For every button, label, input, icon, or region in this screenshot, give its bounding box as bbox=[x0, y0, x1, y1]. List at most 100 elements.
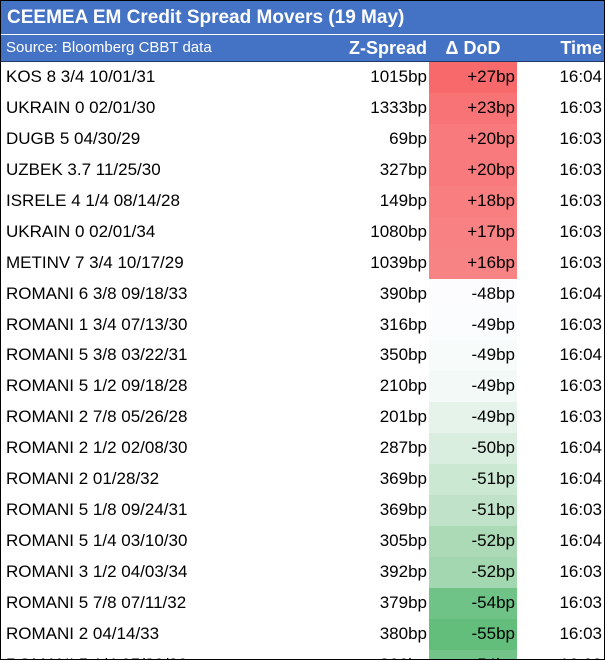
table-row: ROMANI 2 01/28/32 369bp -51bp 16:04 bbox=[1, 464, 604, 496]
dod-change-cell: +18bp bbox=[429, 185, 517, 217]
dod-change-cell: -51bp bbox=[429, 464, 517, 496]
table-row: METINV 7 3/4 10/17/29 1039bp +16bp 16:03 bbox=[1, 247, 604, 279]
table-row: ROMANI 5 3/8 03/22/31 350bp -49bp 16:04 bbox=[1, 340, 604, 372]
time-cell: 16:03 bbox=[559, 159, 602, 179]
z-spread-cell: 327bp bbox=[379, 159, 427, 179]
table-row: KOS 8 3/4 10/01/31 1015bp +27bp 16:04 bbox=[1, 62, 604, 93]
bond-name-cell: ROMANI 5 3/8 03/22/31 bbox=[6, 345, 188, 365]
z-spread-cell: 1039bp bbox=[370, 252, 427, 272]
z-spread-cell: 69bp bbox=[389, 128, 427, 148]
time-cell: 16:03 bbox=[559, 314, 602, 334]
z-spread-cell: 1080bp bbox=[370, 221, 427, 241]
time-cell: 16:04 bbox=[559, 67, 602, 86]
column-header-z-spread: Z-Spread bbox=[348, 38, 427, 58]
time-cell: 16:04 bbox=[559, 469, 602, 489]
bond-name-cell: ROMANI 2 01/28/32 bbox=[6, 469, 160, 489]
table-title: CEEMEA EM Credit Spread Movers (19 May) bbox=[1, 1, 604, 35]
bond-name-cell: KOS 8 3/4 10/01/31 bbox=[6, 67, 156, 86]
table-row: ROMANI 5 1/2 09/18/28 210bp -49bp 16:03 bbox=[1, 371, 604, 403]
time-cell: 16:03 bbox=[517, 650, 604, 659]
table-row: ROMANI 2 7/8 05/26/28 201bp -49bp 16:03 bbox=[1, 402, 604, 434]
time-cell: 16:04 bbox=[559, 283, 602, 303]
table-row: ROMANI 3 1/2 04/03/34 392bp -52bp 16:03 bbox=[1, 557, 604, 588]
bond-name-cell: DUGB 5 04/30/29 bbox=[6, 128, 141, 148]
z-spread-cell: 149bp bbox=[379, 190, 427, 210]
bond-name-cell: ROMANI 1 3/4 07/13/30 bbox=[6, 314, 188, 334]
z-spread-cell: 350bp bbox=[379, 345, 427, 365]
time-cell: 16:04 bbox=[559, 531, 602, 551]
table-row: ROMANI 2 04/14/33 380bp -55bp 16:03 bbox=[1, 618, 604, 650]
bond-name-cell: METINV 7 3/4 10/17/29 bbox=[6, 252, 184, 272]
table-row: ROMANI 5 7/8 07/11/32 379bp -54bp 16:03 bbox=[1, 587, 604, 619]
source-note: Source: Bloomberg CBBT data bbox=[6, 39, 212, 56]
table-row: UKRAIN 0 02/01/34 1080bp +17bp 16:03 bbox=[1, 216, 604, 248]
column-header-time: Time bbox=[560, 38, 602, 58]
bond-name-cell: ROMANI 5 1/2 09/18/28 bbox=[6, 376, 188, 396]
time-cell: 16:03 bbox=[559, 623, 602, 643]
z-spread-cell: 210bp bbox=[379, 376, 427, 396]
table-row: ROMANI 1 3/4 07/13/30 316bp -49bp 16:03 bbox=[1, 309, 604, 341]
dod-change-cell: +20bp bbox=[429, 123, 517, 155]
bond-name-cell: ROMANI 2 7/8 05/26/28 bbox=[6, 407, 188, 427]
spread-movers-table: CEEMEA EM Credit Spread Movers (19 May) … bbox=[0, 0, 605, 660]
time-cell: 16:03 bbox=[559, 500, 602, 520]
time-cell: 16:03 bbox=[559, 252, 602, 272]
bond-name-cell: UZBEK 3.7 11/25/30 bbox=[6, 159, 161, 179]
z-spread-cell: 392bp bbox=[379, 562, 427, 581]
table-row: UZBEK 3.7 11/25/30 327bp +20bp 16:03 bbox=[1, 154, 604, 186]
time-cell: 16:04 bbox=[559, 345, 602, 365]
table-row: ROMANI 6 3/8 09/18/33 390bp -48bp 16:04 bbox=[1, 278, 604, 310]
dod-change-cell: -49bp bbox=[429, 309, 517, 341]
table-row: ROMANI 5 1/4 05/30/32366bp-54bp16:03 bbox=[1, 649, 604, 659]
time-cell: 16:03 bbox=[559, 221, 602, 241]
bond-name-cell: UKRAIN 0 02/01/30 bbox=[6, 97, 156, 117]
z-spread-cell: 287bp bbox=[379, 438, 427, 458]
time-cell: 16:03 bbox=[559, 376, 602, 396]
bond-name-cell: ROMANI 5 7/8 07/11/32 bbox=[6, 592, 187, 612]
bond-name-cell: ROMANI 2 04/14/33 bbox=[6, 623, 160, 643]
bond-name-cell: ROMANI 2 1/2 02/08/30 bbox=[6, 438, 188, 458]
z-spread-cell: 316bp bbox=[379, 314, 427, 334]
dod-change-cell: -49bp bbox=[429, 371, 517, 403]
column-header-row: Source: Bloomberg CBBT data Z-Spread Δ D… bbox=[1, 35, 604, 62]
z-spread-cell: 369bp bbox=[379, 469, 427, 489]
bond-name-cell: ISRELE 4 1/4 08/14/28 bbox=[6, 190, 180, 210]
dod-change-cell: -52bp bbox=[429, 526, 517, 557]
z-spread-cell: 366bp bbox=[311, 650, 429, 659]
bond-name-cell: ROMANI 6 3/8 09/18/33 bbox=[6, 283, 188, 303]
z-spread-cell: 390bp bbox=[379, 283, 427, 303]
dod-change-cell: +20bp bbox=[429, 154, 517, 186]
bond-name-cell: ROMANI 5 1/4 05/30/32 bbox=[1, 650, 311, 659]
dod-change-cell: -49bp bbox=[429, 402, 517, 434]
bond-name-cell: ROMANI 3 1/2 04/03/34 bbox=[6, 562, 188, 581]
time-cell: 16:03 bbox=[559, 128, 602, 148]
z-spread-cell: 369bp bbox=[379, 500, 427, 520]
time-cell: 16:03 bbox=[559, 97, 602, 117]
table-row: ISRELE 4 1/4 08/14/28 149bp +18bp 16:03 bbox=[1, 185, 604, 217]
dod-change-cell: +16bp bbox=[429, 247, 517, 279]
z-spread-cell: 1333bp bbox=[370, 97, 427, 117]
dod-change-cell: +17bp bbox=[429, 216, 517, 248]
dod-change-cell: +27bp bbox=[429, 62, 517, 93]
table-row: ROMANI 5 1/8 09/24/31 369bp -51bp 16:03 bbox=[1, 495, 604, 527]
dod-change-cell: -54bp bbox=[429, 649, 517, 659]
bond-name-cell: ROMANI 5 1/4 03/10/30 bbox=[6, 531, 188, 551]
z-spread-cell: 305bp bbox=[379, 531, 427, 551]
z-spread-cell: 379bp bbox=[379, 592, 427, 612]
dod-change-cell: -50bp bbox=[429, 433, 517, 465]
dod-change-cell: -52bp bbox=[429, 557, 517, 588]
dod-change-cell: -48bp bbox=[429, 278, 517, 310]
table-body: KOS 8 3/4 10/01/31 1015bp +27bp 16:04 UKRAIN… bbox=[1, 62, 604, 659]
z-spread-cell: 1015bp bbox=[370, 67, 427, 86]
dod-change-cell: +23bp bbox=[429, 92, 517, 124]
table-row: DUGB 5 04/30/29 69bp +20bp 16:03 bbox=[1, 123, 604, 155]
time-cell: 16:03 bbox=[559, 592, 602, 612]
dod-change-cell: -54bp bbox=[429, 587, 517, 619]
time-cell: 16:03 bbox=[559, 190, 602, 210]
table-row: UKRAIN 0 02/01/30 1333bp +23bp 16:03 bbox=[1, 92, 604, 124]
z-spread-cell: 201bp bbox=[379, 407, 427, 427]
dod-change-cell: -49bp bbox=[429, 340, 517, 372]
time-cell: 16:03 bbox=[559, 407, 602, 427]
dod-change-cell: -55bp bbox=[429, 618, 517, 650]
z-spread-cell: 380bp bbox=[379, 623, 427, 643]
